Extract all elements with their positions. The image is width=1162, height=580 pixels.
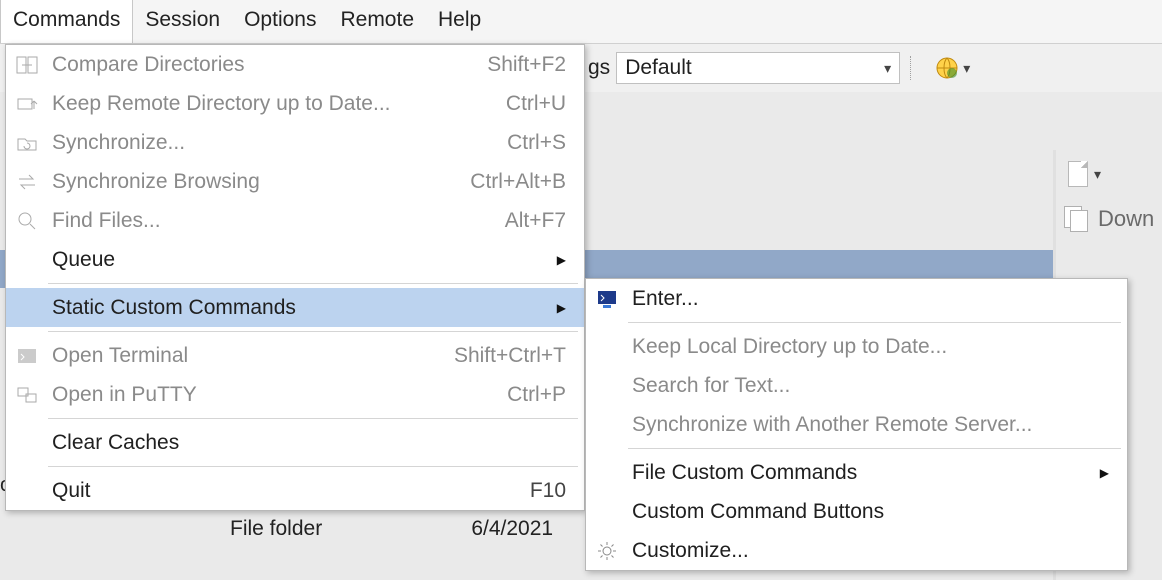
static-custom-commands-submenu: Enter... Keep Local Directory up to Date…	[585, 278, 1128, 571]
download-button[interactable]: Down	[1060, 198, 1162, 240]
menu-item-label: Static Custom Commands	[48, 296, 527, 320]
menu-item-label: Synchronize Browsing	[48, 170, 430, 194]
menu-item-open-terminal[interactable]: Open Terminal Shift+Ctrl+T	[6, 336, 584, 375]
remote-panel: ▾ Down	[1060, 150, 1162, 240]
transfer-settings-label-trunc: gs	[588, 56, 610, 80]
menu-item-shortcut: Ctrl+U	[466, 92, 566, 116]
file-type-cell: File folder	[230, 517, 471, 541]
menu-item-customize[interactable]: Customize...	[586, 531, 1127, 570]
menu-item-label: Keep Remote Directory up to Date...	[48, 92, 466, 116]
submenu-arrow-icon: ▶	[557, 301, 566, 315]
menu-separator	[48, 283, 578, 284]
menu-item-label: Find Files...	[48, 209, 465, 233]
menu-item-shortcut: Ctrl+S	[467, 131, 566, 155]
menu-item-label: Synchronize...	[48, 131, 467, 155]
sync-up-icon	[6, 93, 48, 115]
download-label: Down	[1098, 206, 1154, 232]
table-row[interactable]: File folder 6/4/2021	[230, 512, 590, 546]
menu-commands[interactable]: Commands	[0, 0, 133, 43]
document-icon	[1068, 161, 1088, 187]
menu-item-label: Search for Text...	[628, 374, 1109, 398]
menu-item-static-custom-commands[interactable]: Static Custom Commands ▶	[6, 288, 584, 327]
menu-item-label: Customize...	[628, 539, 1109, 563]
transfer-settings-select[interactable]: Default ▾	[616, 52, 900, 84]
submenu-arrow-icon: ▶	[1100, 466, 1109, 480]
menu-options[interactable]: Options	[232, 0, 328, 43]
menu-item-compare-directories[interactable]: Compare Directories Shift+F2	[6, 45, 584, 84]
menu-item-keep-local-up-to-date[interactable]: Keep Local Directory up to Date...	[586, 327, 1127, 366]
menubar: Commands Session Options Remote Help	[0, 0, 1162, 44]
file-date-cell: 6/4/2021	[471, 517, 590, 541]
menu-item-shortcut: Alt+F7	[465, 209, 566, 233]
menu-remote[interactable]: Remote	[328, 0, 426, 43]
globe-icon	[935, 56, 959, 80]
remote-panel-doc-dropdown[interactable]: ▾	[1068, 161, 1101, 187]
menu-separator	[628, 322, 1121, 323]
menu-separator	[48, 418, 578, 419]
commands-menu: Compare Directories Shift+F2 Keep Remote…	[5, 44, 585, 511]
chevron-down-icon: ▾	[963, 60, 970, 77]
menu-item-queue[interactable]: Queue ▶	[6, 240, 584, 279]
screen-icon	[586, 287, 628, 311]
menu-item-label: Clear Caches	[48, 431, 566, 455]
menu-item-label: Compare Directories	[48, 53, 447, 77]
menu-item-label: File Custom Commands	[628, 461, 1070, 485]
menu-item-label: Open in PuTTY	[48, 383, 467, 407]
menu-session[interactable]: Session	[133, 0, 232, 43]
chevron-down-icon: ▾	[1094, 166, 1101, 183]
menu-item-search-for-text[interactable]: Search for Text...	[586, 366, 1127, 405]
menu-item-label: Queue	[48, 248, 527, 272]
menu-item-synchronize[interactable]: Synchronize... Ctrl+S	[6, 123, 584, 162]
menu-item-open-in-putty[interactable]: Open in PuTTY Ctrl+P	[6, 375, 584, 414]
gear-icon	[586, 540, 628, 562]
menu-item-find-files[interactable]: Find Files... Alt+F7	[6, 201, 584, 240]
transfer-settings-value: Default	[625, 56, 692, 80]
menu-item-shortcut: Ctrl+Alt+B	[430, 170, 566, 194]
menu-item-label: Keep Local Directory up to Date...	[628, 335, 1109, 359]
menu-item-file-custom-commands[interactable]: File Custom Commands ▶	[586, 453, 1127, 492]
menu-item-label: Open Terminal	[48, 344, 414, 368]
magnifier-icon	[6, 210, 48, 232]
menu-help[interactable]: Help	[426, 0, 493, 43]
menu-item-custom-command-buttons[interactable]: Custom Command Buttons	[586, 492, 1127, 531]
compare-icon	[6, 54, 48, 76]
terminal-icon	[6, 345, 48, 367]
submenu-arrow-icon: ▶	[557, 253, 566, 267]
menu-item-label: Custom Command Buttons	[628, 500, 1109, 524]
arrows-lr-icon	[6, 171, 48, 193]
files-icon	[1064, 206, 1090, 232]
menu-item-enter[interactable]: Enter...	[586, 279, 1127, 318]
menu-separator	[48, 466, 578, 467]
folder-sync-icon	[6, 132, 48, 154]
menu-item-shortcut: F10	[490, 479, 566, 503]
menu-item-keep-remote-up-to-date[interactable]: Keep Remote Directory up to Date... Ctrl…	[6, 84, 584, 123]
transfer-settings-config-button[interactable]: ▾	[935, 56, 970, 80]
menu-item-quit[interactable]: Quit F10	[6, 471, 584, 510]
putty-icon	[6, 384, 48, 406]
menu-separator	[48, 331, 578, 332]
menu-item-label: Enter...	[628, 287, 1109, 311]
menu-item-clear-caches[interactable]: Clear Caches	[6, 423, 584, 462]
menu-item-label: Quit	[48, 479, 490, 503]
menu-item-sync-another-remote[interactable]: Synchronize with Another Remote Server..…	[586, 405, 1127, 444]
menu-item-shortcut: Ctrl+P	[467, 383, 566, 407]
menu-item-shortcut: Shift+F2	[447, 53, 566, 77]
menu-separator	[628, 448, 1121, 449]
menu-item-shortcut: Shift+Ctrl+T	[414, 344, 566, 368]
menu-item-synchronize-browsing[interactable]: Synchronize Browsing Ctrl+Alt+B	[6, 162, 584, 201]
menu-item-label: Synchronize with Another Remote Server..…	[628, 413, 1109, 437]
chevron-down-icon: ▾	[884, 60, 891, 77]
